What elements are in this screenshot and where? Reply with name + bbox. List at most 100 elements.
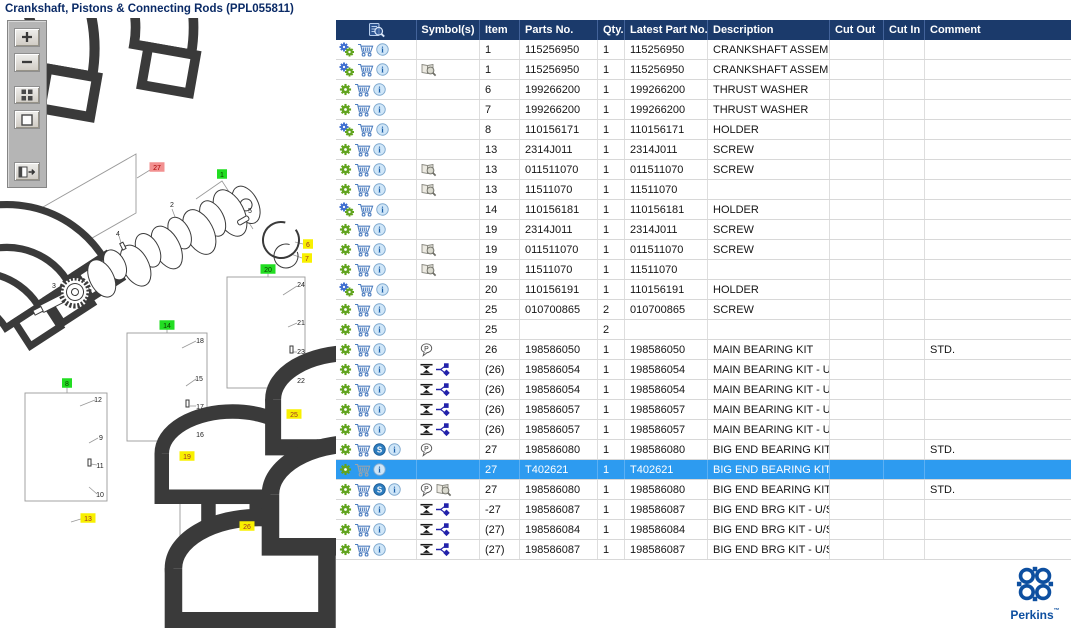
cart-icon[interactable]: [354, 443, 371, 457]
part-label-3[interactable]: 3: [52, 283, 56, 290]
table-row-item-27-20[interactable]: 27 198586080 1 198586080 BIG END BEARING KIT…: [336, 440, 1071, 460]
cart-icon[interactable]: [357, 123, 374, 137]
alternative-icon[interactable]: [435, 363, 450, 376]
column-header-desc[interactable]: Description: [708, 20, 830, 40]
note-balloon-icon[interactable]: [420, 483, 433, 497]
table-row-item-27-22[interactable]: 27 198586080 1 198586080 BIG END BEARING KIT…: [336, 480, 1071, 500]
part-label-15[interactable]: 15: [195, 376, 203, 383]
table-row-item-26-16[interactable]: (26) 198586054 1 198586054 MAIN BEARING KIT …: [336, 360, 1071, 380]
info-icon[interactable]: [373, 523, 386, 536]
gears-icon[interactable]: [339, 122, 355, 137]
note-balloon-icon[interactable]: [420, 343, 433, 357]
info-icon[interactable]: [373, 143, 386, 156]
info-icon[interactable]: [373, 263, 386, 276]
info-icon[interactable]: [376, 203, 389, 216]
cart-icon[interactable]: [354, 163, 371, 177]
table-row-item-8-4[interactable]: 8 110156171 1 110156171 HOLDER: [336, 120, 1071, 140]
tile-view-button[interactable]: [14, 85, 40, 105]
info-icon[interactable]: [373, 303, 386, 316]
part-label-25[interactable]: 25: [286, 409, 302, 419]
info-icon[interactable]: [373, 243, 386, 256]
gears-icon[interactable]: [339, 202, 355, 217]
undersize-icon[interactable]: [420, 543, 433, 556]
info-icon[interactable]: [373, 83, 386, 96]
book-search-icon[interactable]: [420, 162, 437, 177]
part-label-27[interactable]: 27: [149, 162, 165, 172]
alternative-icon[interactable]: [435, 503, 450, 516]
gear-icon[interactable]: [339, 163, 352, 176]
gear-icon[interactable]: [339, 263, 352, 276]
part-label-1[interactable]: 1: [217, 169, 227, 179]
part-label-14[interactable]: 14: [159, 320, 175, 330]
part-label-23[interactable]: 23: [297, 349, 305, 356]
cart-icon[interactable]: [354, 403, 371, 417]
cart-icon[interactable]: [357, 63, 374, 77]
cart-icon[interactable]: [354, 543, 371, 557]
gear-icon[interactable]: [339, 223, 352, 236]
search-list-icon[interactable]: [366, 22, 386, 38]
gear-icon[interactable]: [339, 403, 352, 416]
zoom-in-button[interactable]: [14, 28, 40, 47]
table-row-item-1-1[interactable]: 11152569501115256950CRANKSHAFT ASSEMBLY: [336, 60, 1071, 80]
alternative-icon[interactable]: [435, 543, 450, 556]
cart-icon[interactable]: [354, 343, 371, 357]
part-label-24[interactable]: 24: [297, 282, 305, 289]
gear-icon[interactable]: [339, 383, 352, 396]
alternative-icon[interactable]: [435, 523, 450, 536]
info-icon[interactable]: [376, 123, 389, 136]
cart-icon[interactable]: [354, 303, 371, 317]
info-icon[interactable]: [373, 423, 386, 436]
column-header-cutout[interactable]: Cut Out: [830, 20, 884, 40]
part-label-22[interactable]: 22: [297, 378, 305, 385]
info-icon[interactable]: [373, 323, 386, 336]
book-search-icon[interactable]: [435, 482, 452, 497]
table-row-item-26-17[interactable]: (26) 198586054 1 198586054 MAIN BEARING KIT …: [336, 380, 1071, 400]
info-icon[interactable]: [373, 543, 386, 556]
column-header-latest[interactable]: Latest Part No.: [625, 20, 708, 40]
table-row-item-13-5[interactable]: 13 2314J011 1 2314J011 SCREW: [336, 140, 1071, 160]
cart-icon[interactable]: [354, 483, 371, 497]
gear-icon[interactable]: [339, 343, 352, 356]
note-balloon-icon[interactable]: [420, 443, 433, 457]
gear-icon[interactable]: [339, 463, 352, 476]
table-row-item-19-9[interactable]: 19 2314J011 1 2314J011 SCREW: [336, 220, 1071, 240]
table-row-item-27-25[interactable]: (27) 198586087 1 198586087 BIG END BRG KIT -…: [336, 540, 1071, 560]
alternative-icon[interactable]: [435, 383, 450, 396]
table-row-item-20-12[interactable]: 20 110156191 1 110156191 HOLDER: [336, 280, 1071, 300]
part-label-11[interactable]: 11: [96, 463, 103, 470]
gear-icon[interactable]: [339, 363, 352, 376]
info-icon[interactable]: [373, 343, 386, 356]
column-header-item[interactable]: Item: [480, 20, 520, 40]
book-search-icon[interactable]: [420, 262, 437, 277]
table-row-item-13-6[interactable]: 13 011511070 1 011511070 SCREW: [336, 160, 1071, 180]
info-icon[interactable]: [373, 183, 386, 196]
part-label-2[interactable]: 2: [170, 202, 174, 209]
cart-icon[interactable]: [357, 43, 374, 57]
cart-icon[interactable]: [354, 103, 371, 117]
part-label-7[interactable]: 7: [302, 253, 312, 263]
info-icon[interactable]: [373, 223, 386, 236]
column-header-actions[interactable]: [336, 20, 417, 40]
gear-icon[interactable]: [339, 143, 352, 156]
table-row-item-14-8[interactable]: 14 110156181 1 110156181 HOLDER: [336, 200, 1071, 220]
undersize-icon[interactable]: [420, 523, 433, 536]
undersize-icon[interactable]: [420, 383, 433, 396]
table-row-item-1-0[interactable]: 11152569501115256950CRANKSHAFT ASSEMBLY: [336, 40, 1071, 60]
gear-icon[interactable]: [339, 103, 352, 116]
s-badge-icon[interactable]: [373, 483, 386, 496]
s-badge-icon[interactable]: [373, 443, 386, 456]
info-icon[interactable]: [373, 363, 386, 376]
cart-icon[interactable]: [354, 523, 371, 537]
part-label-13[interactable]: 13: [80, 513, 96, 523]
part-label-4[interactable]: 4: [116, 231, 120, 238]
table-row-item-26-18[interactable]: (26) 198586057 1 198586057 MAIN BEARING KIT …: [336, 400, 1071, 420]
cart-icon[interactable]: [357, 203, 374, 217]
undersize-icon[interactable]: [420, 363, 433, 376]
cart-icon[interactable]: [354, 363, 371, 377]
table-row-item-25-14[interactable]: 25 2: [336, 320, 1071, 340]
table-row-item-6-2[interactable]: 6 199266200 1 199266200 THRUST WASHER: [336, 80, 1071, 100]
part-label-10[interactable]: 10: [96, 492, 104, 499]
info-icon[interactable]: [388, 443, 401, 456]
table-row-item-13-7[interactable]: 13 11511070 1 11511070: [336, 180, 1071, 200]
table-row-item-19-10[interactable]: 19 011511070 1 011511070 SCREW: [336, 240, 1071, 260]
